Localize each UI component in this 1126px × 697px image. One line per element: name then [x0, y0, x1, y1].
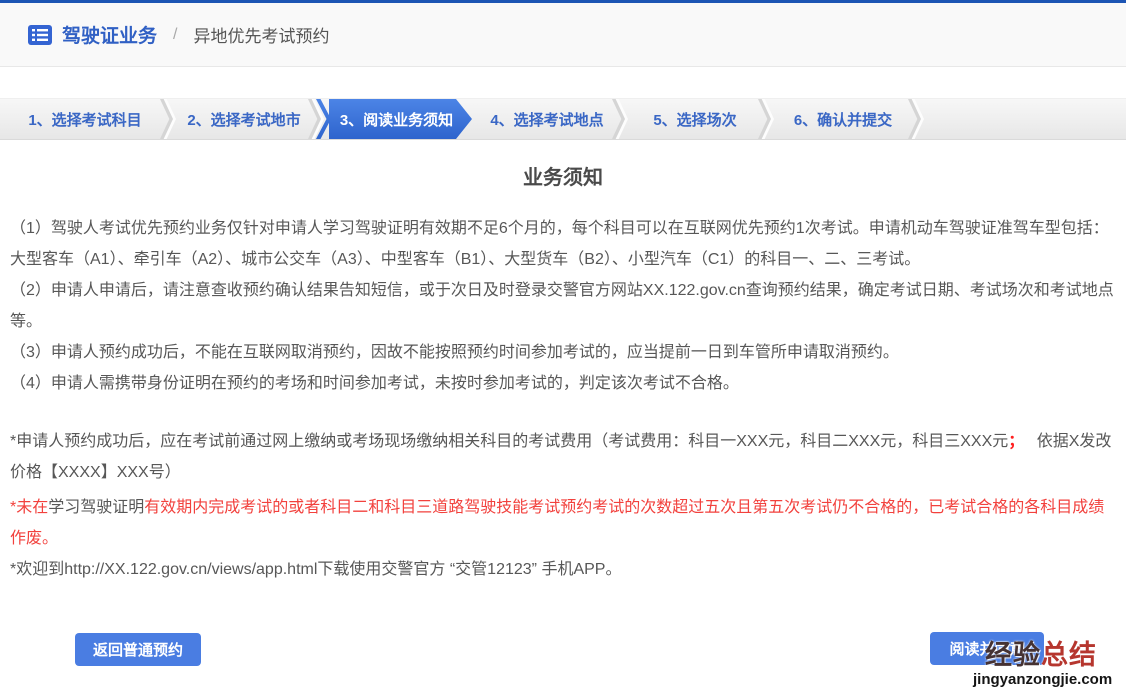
step-item[interactable]: 5、选择场次 — [622, 99, 768, 139]
breadcrumb-page-title: 异地优先考试预约 — [193, 22, 329, 47]
breadcrumb-section[interactable]: 驾驶证业务 — [62, 21, 157, 48]
notice-paragraph: （1）驾驶人考试优先预约业务仅针对申请人学习驾驶证明有效期不足6个月的，每个科目… — [10, 213, 1116, 275]
notice-extra-lines: *申请人预约成功后，应在考试前通过网上缴纳或考场现场缴纳相关科目的考试费用（考试… — [10, 426, 1116, 585]
notice-paragraphs: （1）驾驶人考试优先预约业务仅针对申请人学习驾驶证明有效期不足6个月的，每个科目… — [10, 213, 1116, 399]
notice-paragraph: （3）申请人预约成功后，不能在互联网取消预约，因故不能按照预约时间参加考试的，应… — [10, 337, 1116, 368]
watermark-url: jingyanzongjie.com — [973, 672, 1109, 687]
step-item[interactable]: 4、选择考试地点 — [472, 99, 622, 139]
notice-extra-line: *未在学习驾驶证明有效期内完成考试的或者科目二和科目三道路驾驶技能考试预约考试的… — [10, 492, 1116, 554]
notice-content: （1）驾驶人考试优先预约业务仅针对申请人学习驾驶证明有效期不足6个月的，每个科目… — [0, 213, 1126, 585]
step-item[interactable]: 1、选择考试科目 — [0, 99, 170, 139]
step-item[interactable]: 2、选择考试地市 — [170, 99, 318, 139]
notice-text-segment: 学习驾驶证明 — [48, 499, 144, 516]
notice-extra-line: *申请人预约成功后，应在考试前通过网上缴纳或考场现场缴纳相关科目的考试费用（考试… — [10, 426, 1116, 488]
step-label: 4、选择考试地点 — [490, 109, 603, 130]
step-label: 6、确认并提交 — [794, 109, 892, 130]
step-item[interactable]: 3、阅读业务须知 — [318, 99, 472, 139]
notice-paragraph: （2）申请人申请后，请注意查收预约确认结果告知短信，或于次日及时登录交警官方网站… — [10, 275, 1116, 337]
notice-text-segment: *欢迎到http://XX.122.gov.cn/views/app.html下… — [10, 561, 621, 578]
notice-paragraph: （4）申请人需携带身份证明在预约的考场和时间参加考试，未按时参加考试的，判定该次… — [10, 368, 1116, 399]
step-label: 3、阅读业务须知 — [329, 99, 472, 139]
step-separator-chevron-icon — [908, 99, 921, 139]
step-label: 2、选择考试地市 — [187, 109, 300, 130]
step-label: 1、选择考试科目 — [28, 109, 141, 130]
site-watermark: 经验总结 jingyanzongjie.com — [973, 642, 1109, 687]
step-label: 5、选择场次 — [653, 109, 736, 130]
notice-title: 业务须知 — [0, 161, 1126, 190]
step-item[interactable]: 6、确认并提交 — [768, 99, 918, 139]
breadcrumb-separator: / — [173, 26, 177, 44]
notice-text-segment: *未在 — [10, 499, 48, 516]
watermark-text: 经验总结 — [973, 642, 1109, 669]
notice-extra-line: *欢迎到http://XX.122.gov.cn/views/app.html下… — [10, 554, 1116, 585]
notice-text-segment: 有效期内完成考试的或者科目二和科目三道路驾驶技能考试预约考试的次数超过五次且第五… — [10, 499, 1104, 547]
list-icon — [28, 25, 52, 45]
back-to-normal-booking-button[interactable]: 返回普通预约 — [75, 633, 201, 666]
notice-text-segment: *申请人预约成功后，应在考试前通过网上缴纳或考场现场缴纳相关科目的考试费用（考试… — [10, 433, 1008, 450]
step-wizard: 1、选择考试科目 2、选择考试地市 3、阅读业务须知 4、选择考试地点 5、选择… — [0, 98, 1126, 140]
breadcrumb-header: 驾驶证业务 / 异地优先考试预约 — [0, 3, 1126, 67]
